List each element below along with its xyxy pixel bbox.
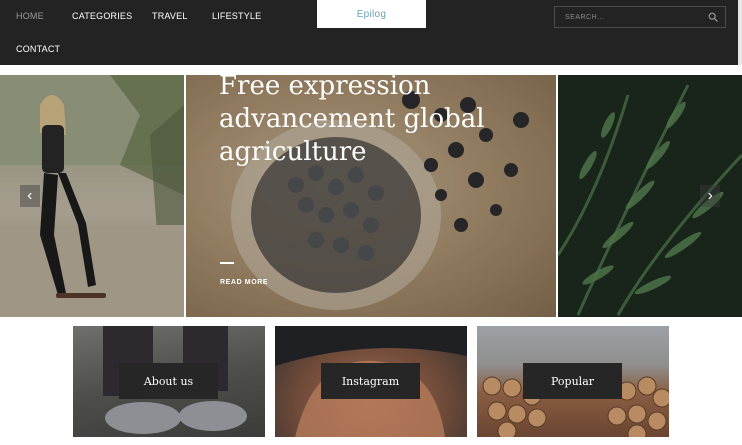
site-header: HOME CATEGORIES TRAVEL LIFESTYLE CONTACT… xyxy=(0,0,742,65)
hero-title: Free expression advancement global agric… xyxy=(219,71,485,167)
nav-contact[interactable]: CONTACT xyxy=(16,44,60,54)
nav-travel[interactable]: TRAVEL xyxy=(152,11,188,21)
site-logo[interactable]: Epilog xyxy=(317,0,426,28)
card-about-us[interactable]: About us xyxy=(73,326,265,437)
search-input[interactable] xyxy=(555,7,695,27)
nav-home[interactable]: HOME xyxy=(16,11,44,21)
scrollbar[interactable] xyxy=(738,0,742,65)
nav-categories[interactable]: CATEGORIES xyxy=(72,11,132,21)
card-label: About us xyxy=(119,363,218,399)
chevron-right-icon xyxy=(708,192,713,200)
slider-prev-button[interactable] xyxy=(20,185,40,207)
slider-next-button[interactable] xyxy=(700,185,720,207)
chevron-left-icon xyxy=(27,192,32,200)
logo-text: Epilog xyxy=(356,8,387,20)
search-box xyxy=(554,6,726,28)
card-popular[interactable]: Popular xyxy=(477,326,669,437)
read-more-link[interactable]: READ MORE xyxy=(220,279,268,286)
card-instagram[interactable]: Instagram xyxy=(275,326,467,437)
card-label: Popular xyxy=(523,363,622,399)
search-icon[interactable] xyxy=(708,12,718,22)
card-label: Instagram xyxy=(321,363,420,399)
hero-divider xyxy=(220,262,234,264)
nav-lifestyle[interactable]: LIFESTYLE xyxy=(212,11,261,21)
